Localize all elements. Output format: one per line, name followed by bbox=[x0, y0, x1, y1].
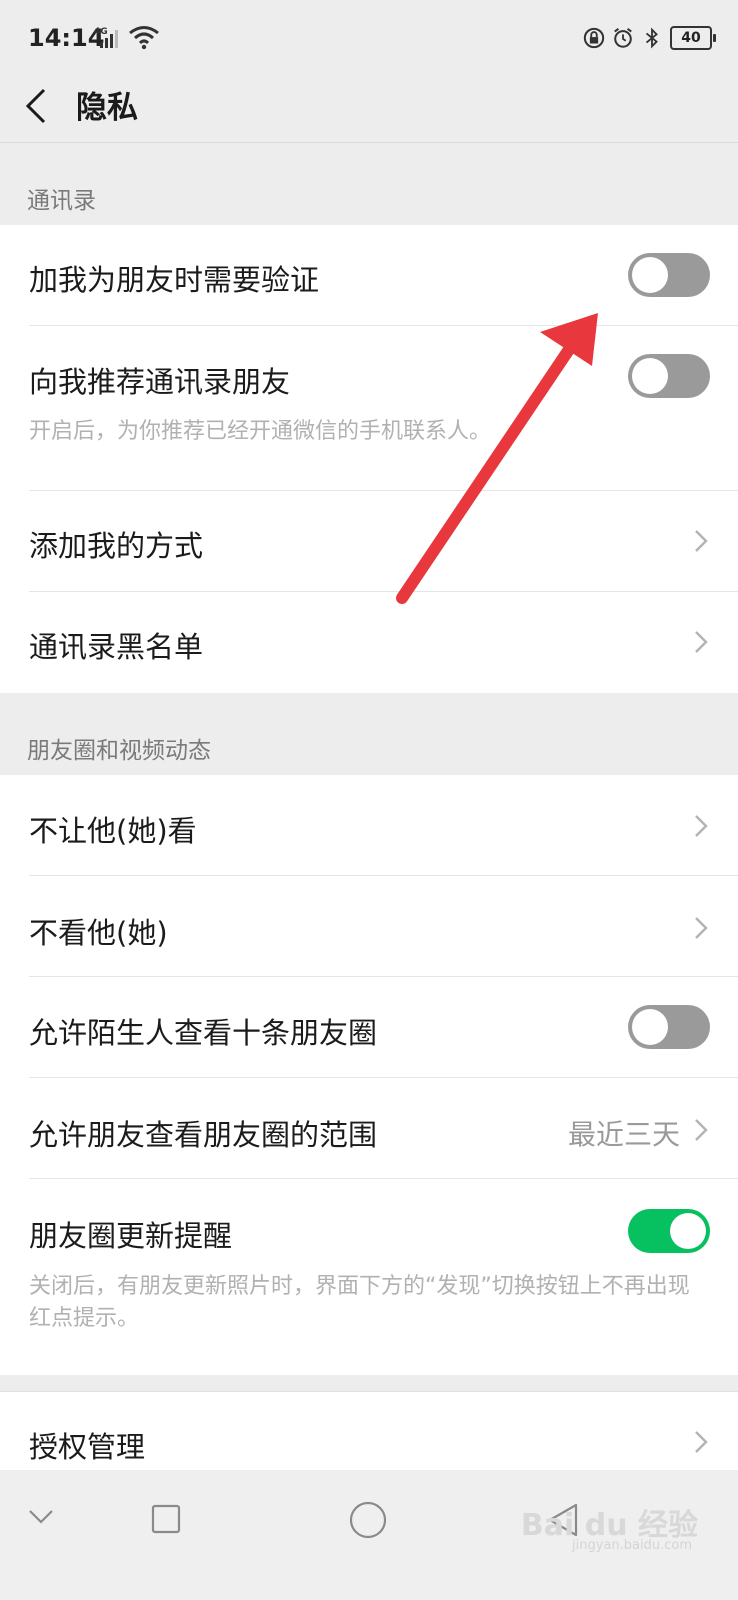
auth-row[interactable]: 授权管理 bbox=[0, 1392, 738, 1471]
bluetooth-icon bbox=[645, 27, 658, 49]
section-header-contacts: 通讯录 bbox=[0, 143, 738, 225]
battery-indicator: 40 bbox=[670, 26, 716, 50]
page-title: 隐私 bbox=[76, 90, 138, 126]
auth-group: 授权管理 bbox=[0, 1391, 738, 1471]
network-type: 4G bbox=[94, 27, 108, 37]
hide-from-row[interactable]: 不让他(她)看 bbox=[0, 775, 738, 876]
chevron-right-icon bbox=[695, 815, 708, 837]
update-reminder-row[interactable]: 朋友圈更新提醒 关闭后，有朋友更新照片时，界面下方的“发现”切换按钮上不再出现红… bbox=[0, 1179, 738, 1375]
update-toggle[interactable] bbox=[628, 1209, 710, 1253]
verify-row[interactable]: 加我为朋友时需要验证 bbox=[0, 225, 738, 326]
recommend-row[interactable]: 向我推荐通讯录朋友 开启后，为你推荐已经开通微信的手机联系人。 bbox=[0, 326, 738, 491]
wifi-icon bbox=[129, 26, 159, 50]
recommend-description: 开启后，为你推荐已经开通微信的手机联系人。 bbox=[29, 419, 492, 444]
section-header-moments: 朋友圈和视频动态 bbox=[0, 693, 738, 775]
strangers-toggle[interactable] bbox=[628, 1005, 710, 1049]
chevron-right-icon bbox=[695, 530, 708, 552]
recommend-label: 向我推荐通讯录朋友 bbox=[29, 365, 291, 399]
chevron-right-icon bbox=[695, 917, 708, 939]
update-description: 关闭后，有朋友更新照片时，界面下方的“发现”切换按钮上不再出现红点提示。 bbox=[29, 1274, 690, 1331]
strangers-row[interactable]: 允许陌生人查看十条朋友圈 bbox=[0, 977, 738, 1078]
nav-bar: 隐私 bbox=[0, 78, 738, 143]
verify-label: 加我为朋友时需要验证 bbox=[29, 263, 320, 297]
watermark-subtext: jingyan.baidu.com bbox=[572, 1538, 692, 1553]
toggle-knob bbox=[670, 1213, 706, 1249]
chevron-right-icon bbox=[695, 1119, 708, 1141]
contacts-group: 加我为朋友时需要验证 向我推荐通讯录朋友 开启后，为你推荐已经开通微信的手机联系… bbox=[0, 225, 738, 693]
toggle-knob bbox=[632, 1009, 668, 1045]
blacklist-label: 通讯录黑名单 bbox=[29, 630, 204, 664]
chevron-down-icon[interactable] bbox=[28, 1508, 54, 1526]
add-methods-row[interactable]: 添加我的方式 bbox=[0, 491, 738, 592]
blacklist-row[interactable]: 通讯录黑名单 bbox=[0, 592, 738, 693]
auth-label: 授权管理 bbox=[29, 1430, 146, 1464]
dont-see-label: 不看他(她) bbox=[29, 916, 168, 950]
range-label: 允许朋友查看朋友圈的范围 bbox=[29, 1118, 378, 1152]
section-title-moments: 朋友圈和视频动态 bbox=[27, 738, 211, 764]
alarm-icon bbox=[614, 28, 632, 48]
add-methods-label: 添加我的方式 bbox=[29, 529, 204, 563]
verify-toggle[interactable] bbox=[628, 253, 710, 297]
dont-see-row[interactable]: 不看他(她) bbox=[0, 876, 738, 977]
lock-rotation-icon bbox=[583, 27, 605, 49]
range-value: 最近三天 bbox=[567, 1118, 680, 1151]
moments-group: 不让他(她)看 不看他(她) 允许陌生人查看十条朋友圈 允许朋友查看朋友圈的范围… bbox=[0, 775, 738, 1375]
section-title-contacts: 通讯录 bbox=[27, 188, 96, 214]
status-bar: 14:14 4G 40 bbox=[0, 0, 738, 78]
chevron-right-icon bbox=[695, 1431, 708, 1453]
chevron-left-icon[interactable] bbox=[24, 84, 48, 128]
chevron-right-icon bbox=[695, 631, 708, 653]
square-icon[interactable] bbox=[151, 1504, 181, 1534]
strangers-label: 允许陌生人查看十条朋友圈 bbox=[29, 1016, 378, 1050]
update-label: 朋友圈更新提醒 bbox=[29, 1219, 233, 1253]
range-row[interactable]: 允许朋友查看朋友圈的范围 最近三天 bbox=[0, 1078, 738, 1179]
hide-from-label: 不让他(她)看 bbox=[29, 814, 197, 848]
signal-4g-icon: 4G bbox=[94, 27, 118, 48]
recommend-toggle[interactable] bbox=[628, 354, 710, 398]
circle-icon[interactable] bbox=[349, 1501, 387, 1539]
toggle-knob bbox=[632, 257, 668, 293]
toggle-knob bbox=[632, 358, 668, 394]
status-time: 14:14 bbox=[28, 24, 105, 52]
